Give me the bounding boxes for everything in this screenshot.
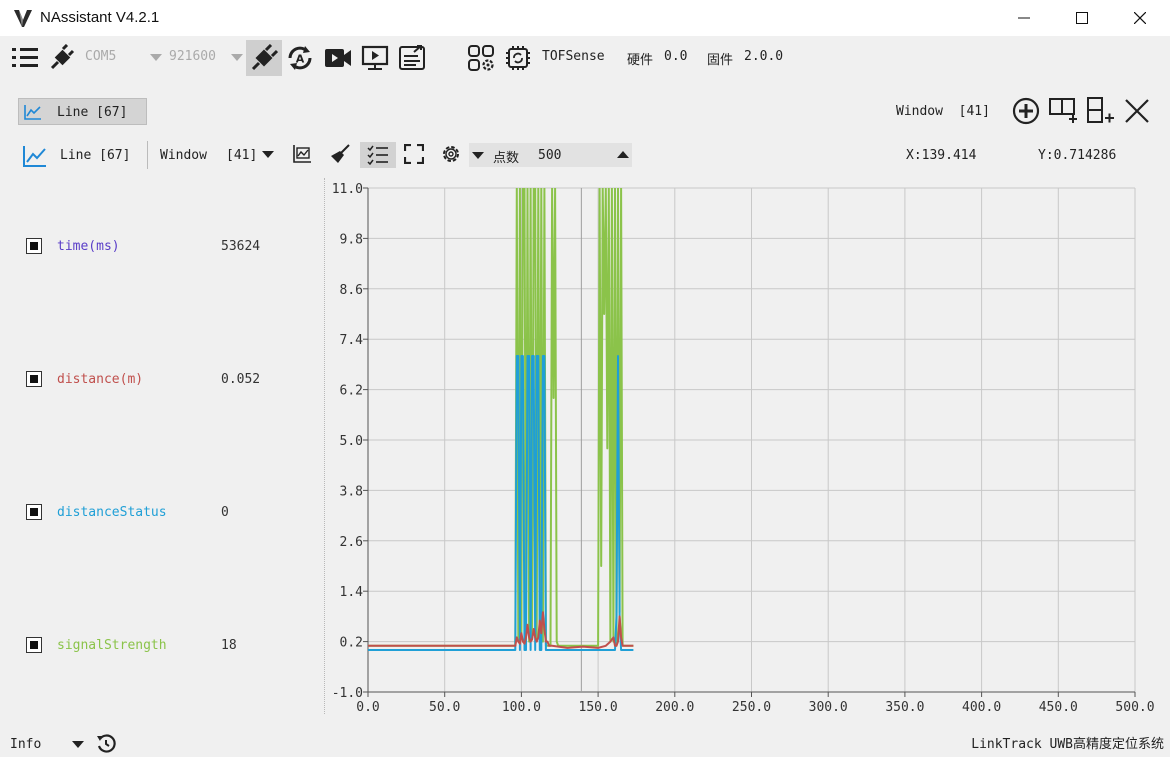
x-tick-label: 500.0 xyxy=(1115,700,1154,715)
line-plot[interactable]: 0.0 50.0 100.0 150.0 200.0 250.0 300.0 350.0 400… xyxy=(0,0,1170,757)
history-icon xyxy=(97,734,116,753)
y-tick-label: 11.0 xyxy=(332,182,363,197)
y-tick-label: 8.6 xyxy=(340,283,363,298)
x-tick-label: 100.0 xyxy=(502,700,541,715)
y-tick-label: -1.0 xyxy=(332,686,363,701)
y-tick-label: 3.8 xyxy=(340,484,363,499)
y-tick-label: 6.2 xyxy=(340,384,363,399)
y-tick-label: 7.4 xyxy=(340,333,364,348)
x-tick-label: 250.0 xyxy=(732,700,771,715)
x-tick-label: 150.0 xyxy=(579,700,618,715)
x-tick-label: 0.0 xyxy=(356,700,379,715)
x-tick-label: 300.0 xyxy=(809,700,848,715)
y-tick-label: 9.8 xyxy=(340,232,363,247)
x-tick-label: 400.0 xyxy=(962,700,1001,715)
x-tick-label: 450.0 xyxy=(1039,700,1078,715)
y-tick-label: 1.4 xyxy=(340,585,364,600)
x-tick-label: 350.0 xyxy=(885,700,924,715)
y-tick-label: 5.0 xyxy=(340,434,363,449)
x-tick-label: 50.0 xyxy=(429,700,460,715)
x-tick-label: 200.0 xyxy=(655,700,694,715)
log-level-dropdown-arrow-icon[interactable] xyxy=(72,741,84,748)
y-tick-label: 2.6 xyxy=(340,535,363,550)
y-tick-label: 0.2 xyxy=(340,636,363,651)
log-level-select[interactable]: Info xyxy=(10,737,41,752)
reset-button[interactable] xyxy=(93,731,119,757)
product-name: LinkTrack UWB高精度定位系统 xyxy=(971,737,1164,752)
